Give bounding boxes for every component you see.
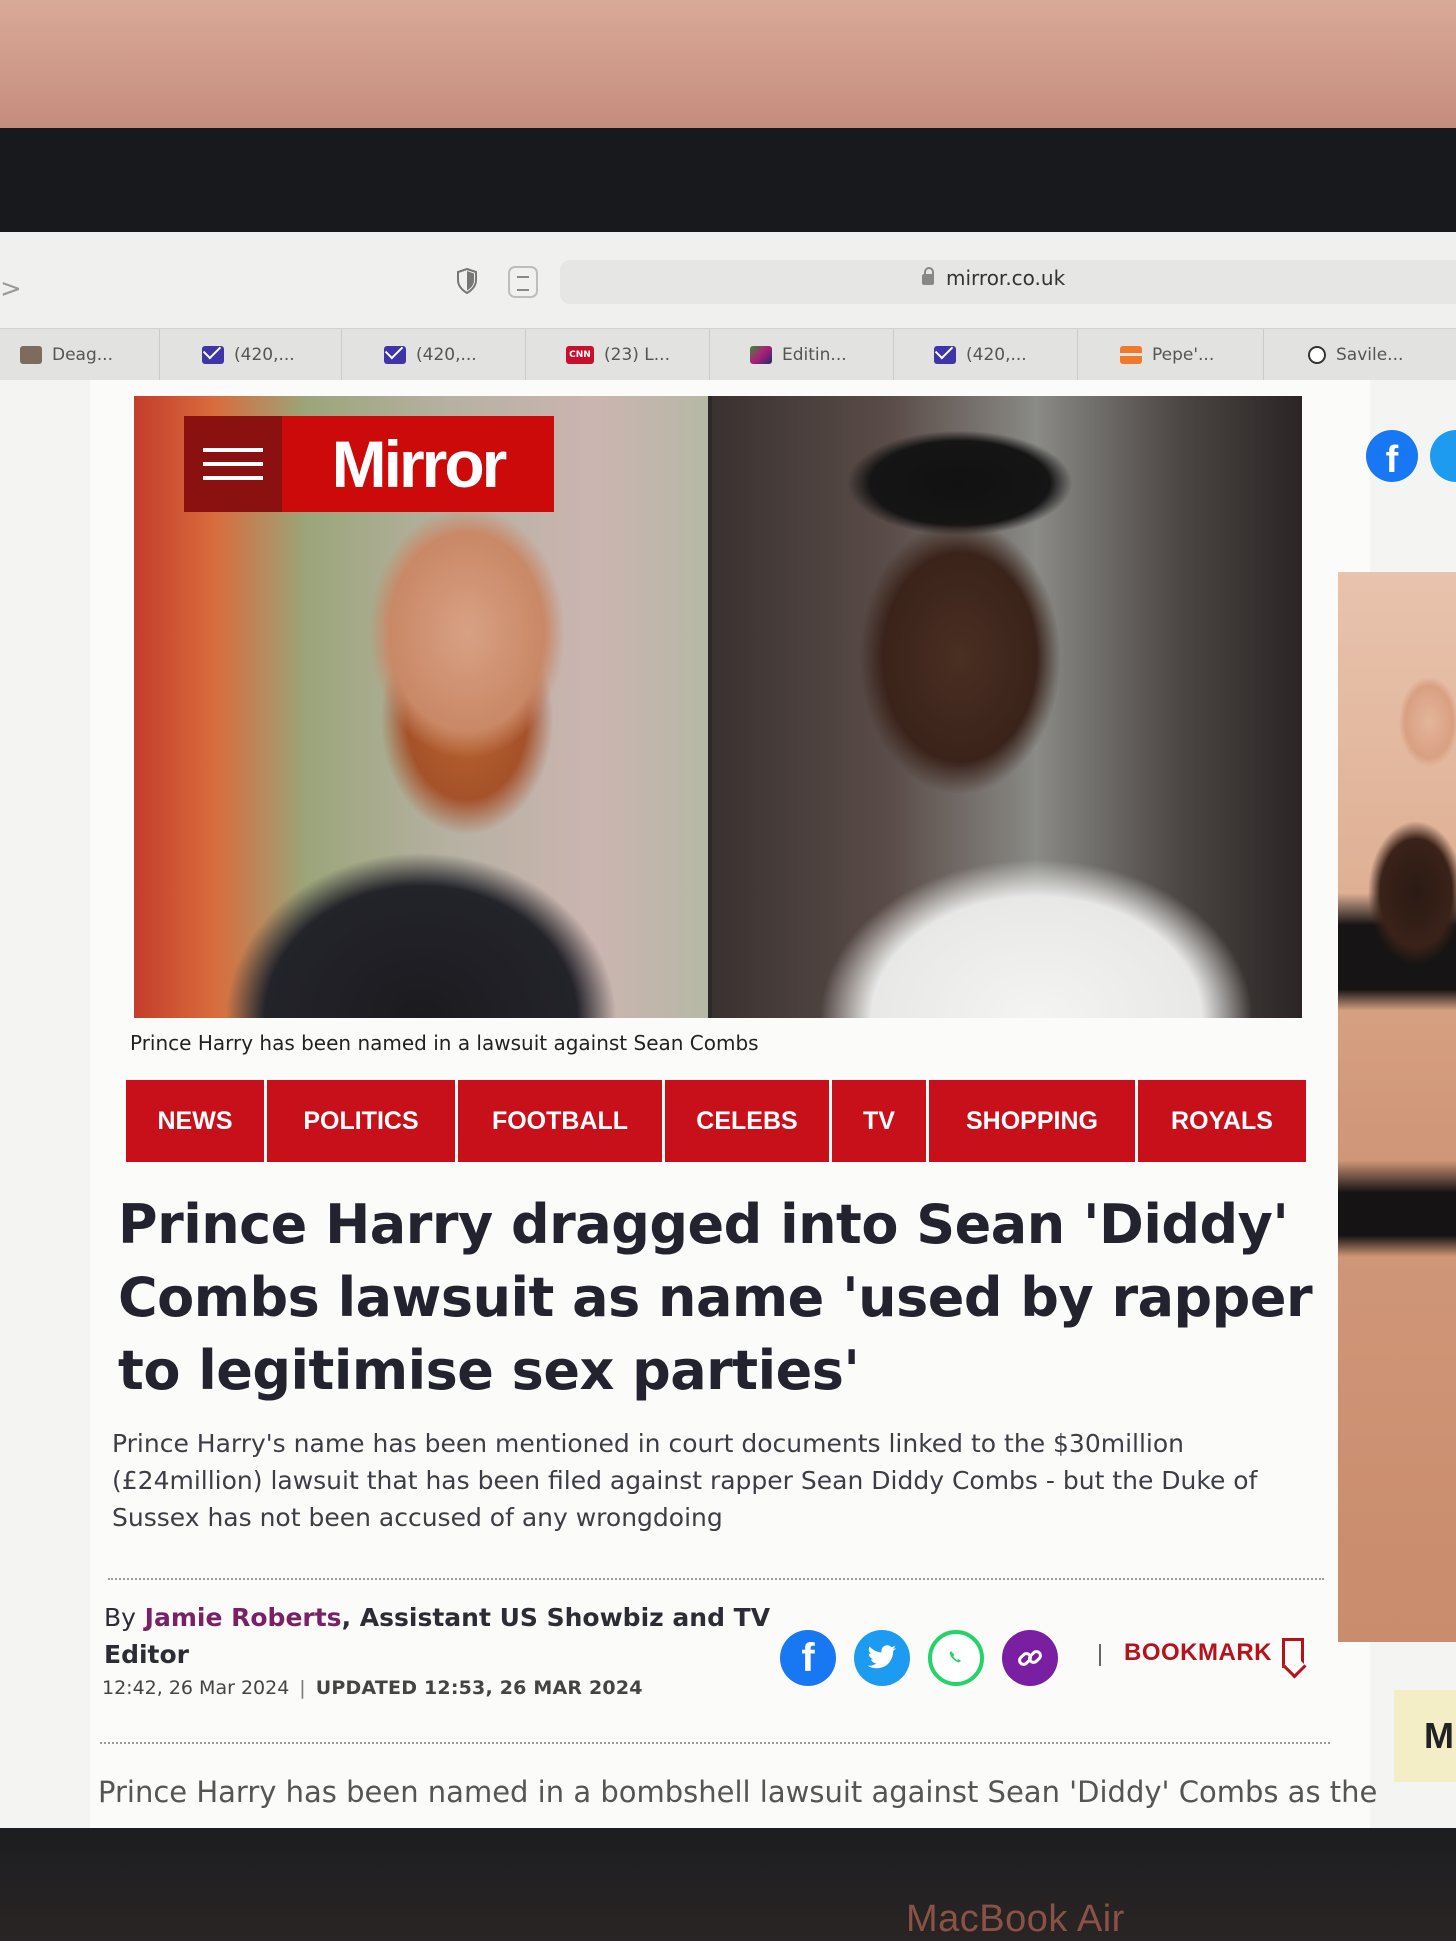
published-time: 12:42, 26 Mar 2024 bbox=[102, 1677, 290, 1699]
cnn-icon: CNN bbox=[566, 346, 594, 364]
background-wall bbox=[0, 0, 1456, 140]
tab-mail-3[interactable]: (420,... bbox=[894, 329, 1078, 381]
url-text[interactable]: mirror.co.uk bbox=[946, 266, 1065, 290]
photo-sean-combs bbox=[712, 396, 1302, 1018]
author-link[interactable]: Jamie Roberts bbox=[145, 1603, 342, 1632]
web-page: Mirror Prince Harry has been named in a … bbox=[0, 380, 1456, 1828]
byline-prefix: By bbox=[104, 1603, 136, 1632]
tab-label: Savile... bbox=[1336, 345, 1404, 365]
tab-deag[interactable]: Deag... bbox=[0, 329, 160, 381]
nav-celebs[interactable]: CELEBS bbox=[665, 1080, 829, 1162]
share-divider bbox=[1099, 1644, 1101, 1666]
back-chevron-icon[interactable]: > bbox=[0, 274, 22, 304]
hero-image: Mirror bbox=[134, 396, 1302, 1018]
whatsapp-icon[interactable] bbox=[928, 1630, 984, 1686]
nav-politics[interactable]: POLITICS bbox=[267, 1080, 455, 1162]
nav-news[interactable]: NEWS bbox=[126, 1080, 264, 1162]
image-caption: Prince Harry has been named in a lawsuit… bbox=[130, 1031, 759, 1055]
dateline: 12:42, 26 Mar 2024 | UPDATED 12:53, 26 MAR… bbox=[102, 1677, 643, 1699]
tab-label: Pepe'... bbox=[1152, 345, 1215, 365]
tab-label: Deag... bbox=[52, 345, 113, 365]
logo-wordmark[interactable]: Mirror bbox=[282, 416, 554, 512]
tab-bar: Deag... (420,... (420,... CNN (23) L... … bbox=[0, 328, 1456, 382]
facebook-icon[interactable]: f bbox=[780, 1630, 836, 1686]
date-separator: | bbox=[299, 1677, 306, 1699]
byline: By Jamie Roberts, Assistant US Showbiz a… bbox=[104, 1599, 804, 1673]
nav-tv[interactable]: TV bbox=[832, 1080, 926, 1162]
article-body-first-line: Prince Harry has been named in a bombshe… bbox=[98, 1775, 1378, 1809]
nav-football[interactable]: FOOTBALL bbox=[458, 1080, 662, 1162]
mail-icon bbox=[384, 346, 406, 364]
nav-shopping[interactable]: SHOPPING bbox=[929, 1080, 1135, 1162]
tab-label: (420,... bbox=[416, 345, 477, 365]
tab-editing[interactable]: Editin... bbox=[710, 329, 894, 381]
privacy-shield-icon[interactable] bbox=[456, 268, 478, 294]
bookmark-favicon-icon bbox=[1120, 346, 1142, 364]
tab-mail-1[interactable]: (420,... bbox=[160, 329, 342, 381]
facebook-follow-icon[interactable]: f bbox=[1366, 430, 1418, 482]
bookmark-icon bbox=[1282, 1638, 1304, 1668]
bookmark-button[interactable]: BOOKMARK bbox=[1124, 1638, 1304, 1668]
link-icon[interactable] bbox=[1002, 1630, 1058, 1686]
tab-label: (420,... bbox=[966, 345, 1027, 365]
tab-label: (420,... bbox=[234, 345, 295, 365]
article-standfirst: Prince Harry's name has been mentioned i… bbox=[112, 1429, 1258, 1532]
gradient-favicon-icon bbox=[750, 346, 772, 364]
tab-label: (23) L... bbox=[604, 345, 670, 365]
tab-label: Editin... bbox=[782, 345, 847, 365]
updated-time: UPDATED 12:53, 26 MAR 2024 bbox=[315, 1677, 643, 1699]
mail-icon bbox=[934, 346, 956, 364]
browser-window: > mirror.co.uk Deag... (420,... (420,...… bbox=[0, 232, 1456, 1828]
advertisement-image[interactable] bbox=[1338, 572, 1456, 1642]
tab-pepe[interactable]: Pepe'... bbox=[1078, 329, 1264, 381]
hamburger-menu-icon[interactable] bbox=[184, 416, 282, 512]
reader-view-icon[interactable] bbox=[508, 266, 538, 298]
tab-mail-2[interactable]: (420,... bbox=[342, 329, 526, 381]
divider bbox=[108, 1578, 1324, 1580]
nav-royals[interactable]: ROYALS bbox=[1138, 1080, 1306, 1162]
bookmark-label: BOOKMARK bbox=[1124, 1639, 1272, 1666]
share-buttons: f bbox=[780, 1630, 1058, 1686]
tab-cnn[interactable]: CNN (23) L... bbox=[526, 329, 710, 381]
globe-icon bbox=[1308, 346, 1326, 364]
image-favicon-icon bbox=[20, 346, 42, 364]
tab-savile[interactable]: Savile... bbox=[1264, 329, 1456, 381]
twitter-icon[interactable] bbox=[854, 1630, 910, 1686]
ad-banner[interactable]: M bbox=[1394, 1690, 1456, 1782]
laptop-bottom-bezel bbox=[0, 1828, 1456, 1941]
divider bbox=[100, 1742, 1330, 1744]
twitter-follow-icon[interactable] bbox=[1430, 430, 1456, 482]
section-nav: NEWS POLITICS FOOTBALL CELEBS TV SHOPPIN… bbox=[126, 1080, 1306, 1162]
device-label: MacBook Air bbox=[906, 1898, 1125, 1940]
mail-icon bbox=[202, 346, 224, 364]
mirror-logo[interactable]: Mirror bbox=[184, 416, 554, 512]
article-headline: Prince Harry dragged into Sean 'Diddy' C… bbox=[118, 1193, 1313, 1402]
lock-icon bbox=[922, 267, 934, 285]
browser-toolbar: > mirror.co.uk bbox=[0, 232, 1456, 328]
